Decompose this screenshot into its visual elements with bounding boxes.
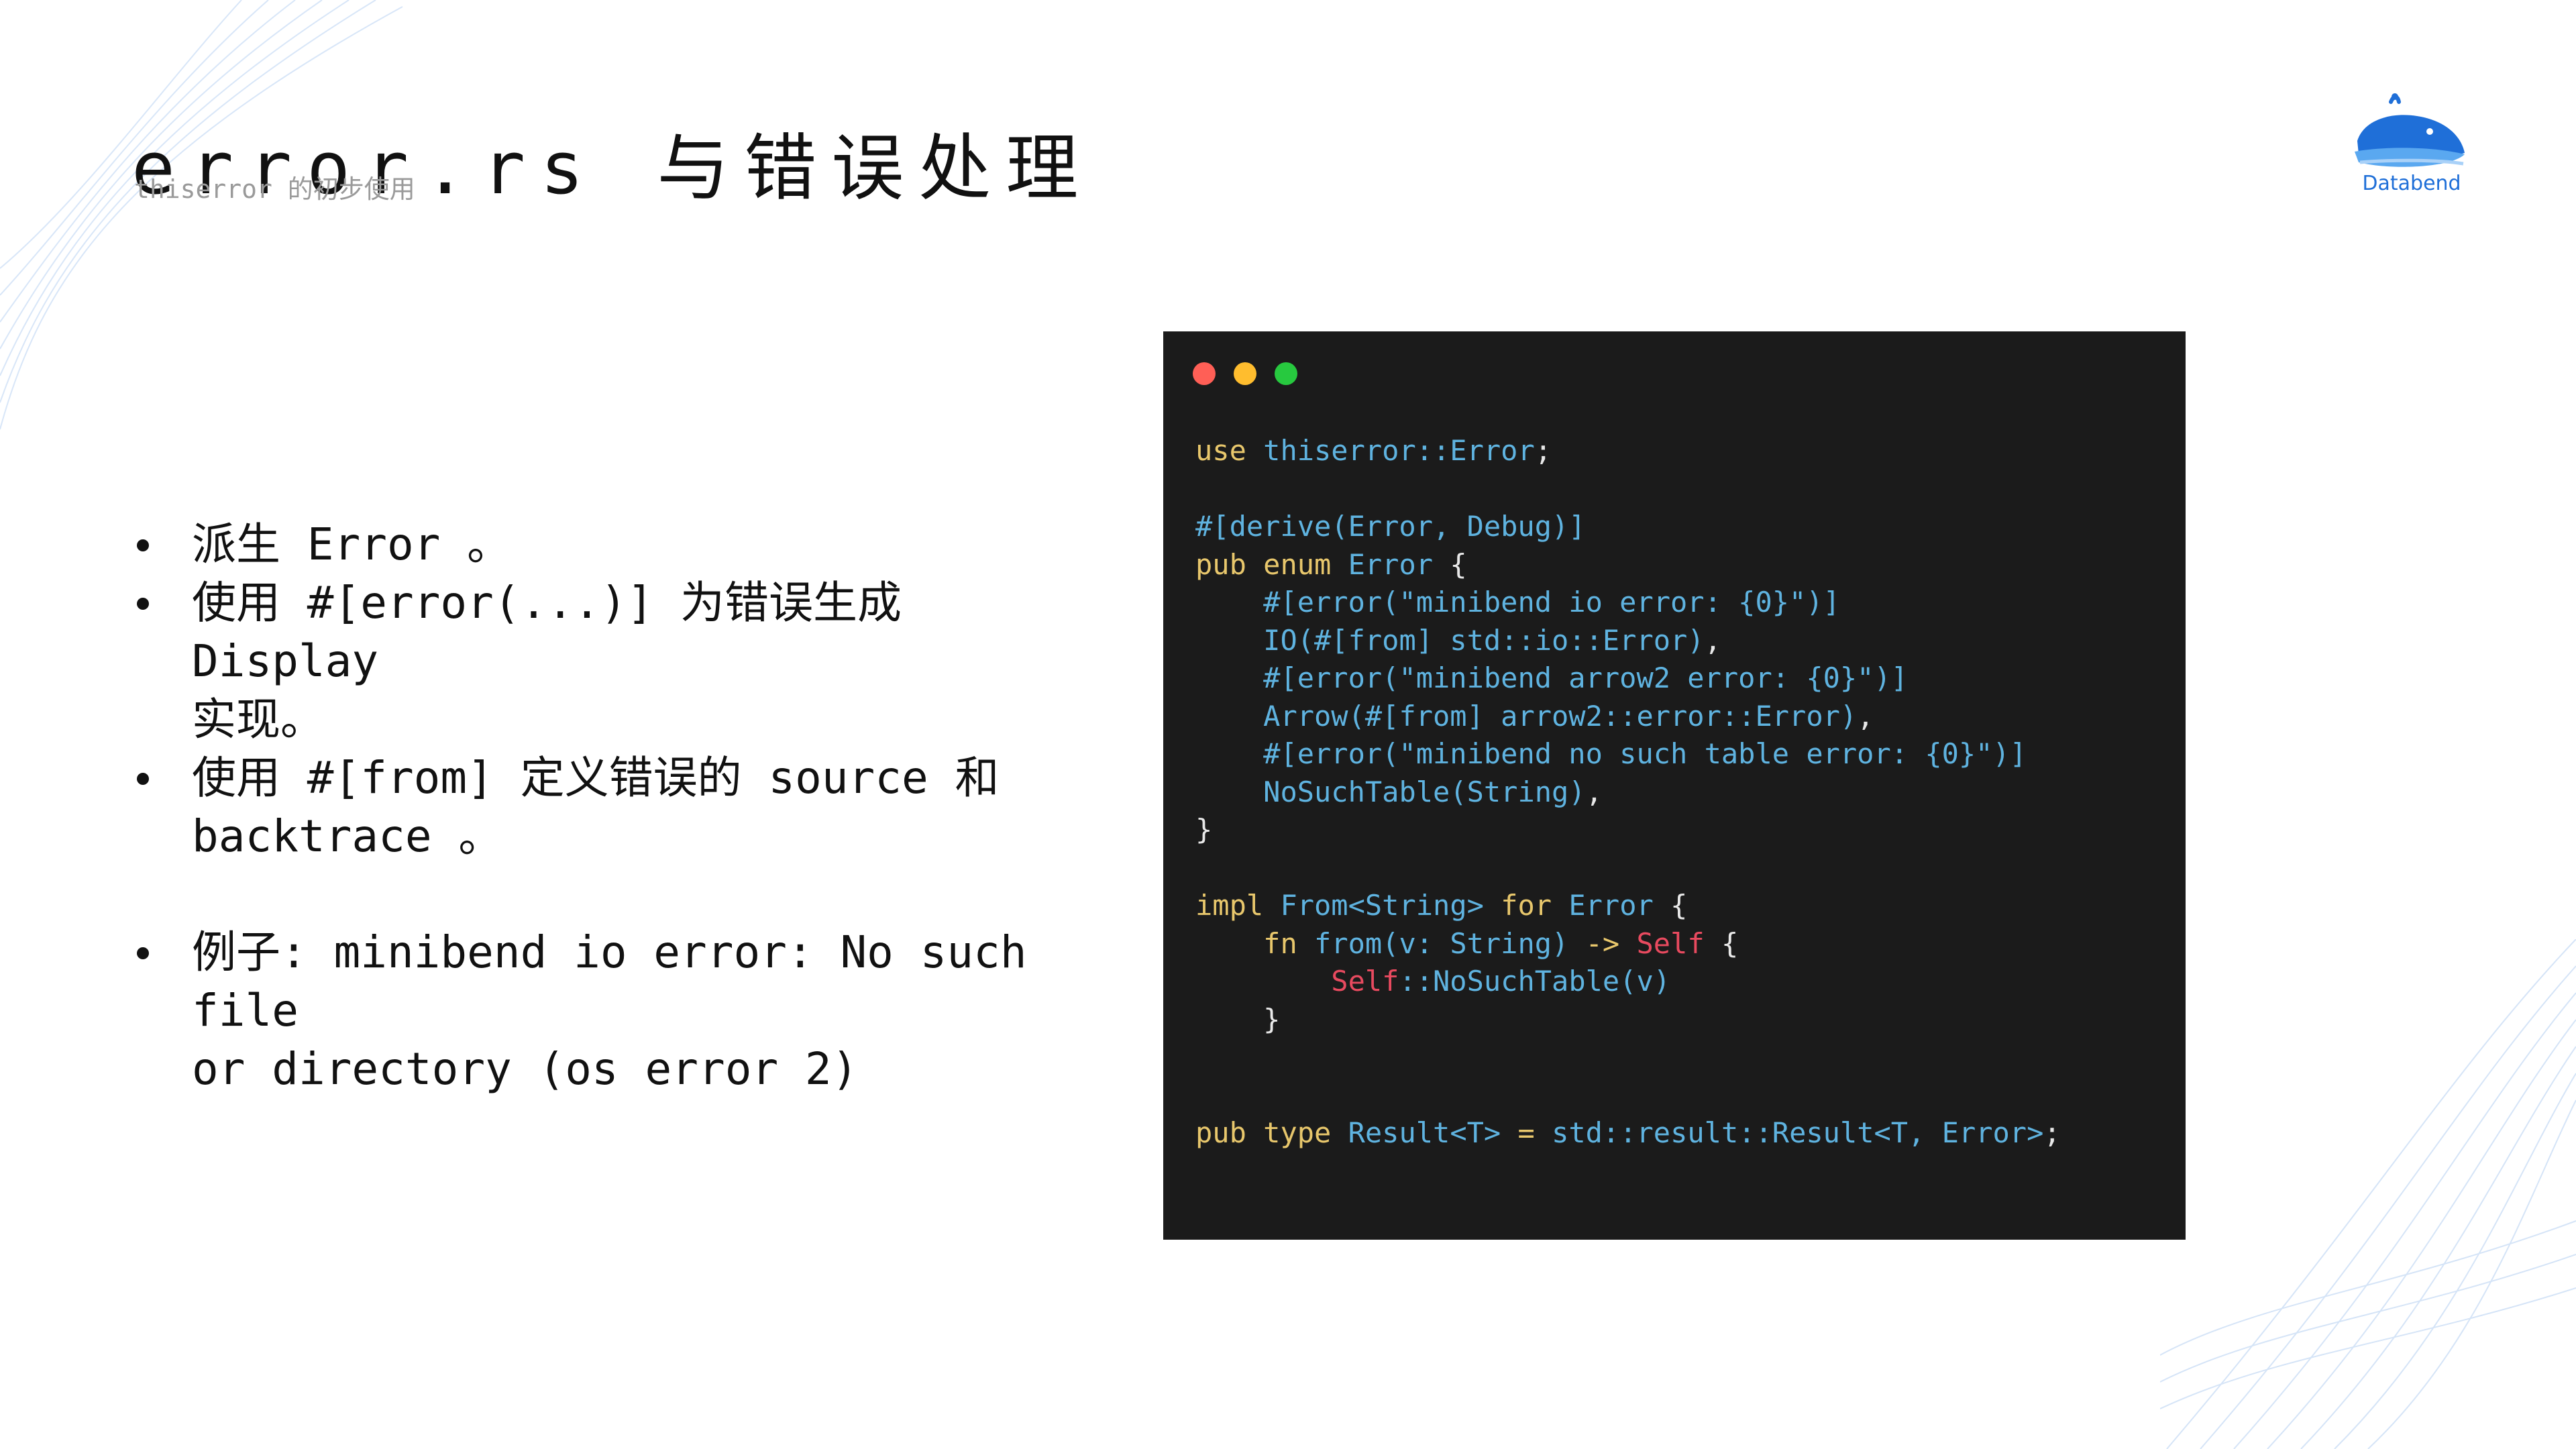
code-line: pub type Result<T> = std::result::Result… xyxy=(1195,1116,2061,1149)
code-line: pub enum Error { xyxy=(1195,547,1467,581)
maximize-dot-icon xyxy=(1275,362,1297,385)
bullet-text: 使用 #[from] 定义错误的 source 和 xyxy=(192,752,1000,804)
close-dot-icon xyxy=(1193,362,1216,385)
list-item: 例子: minibend io error: No such file or d… xyxy=(131,923,1097,1098)
code-line: fn from(v: String) -> Self { xyxy=(1263,926,1739,960)
code-line: Arrow(#[from] arrow2::error::Error), xyxy=(1263,699,1874,733)
bullet-text-continued: backtrace 。 xyxy=(192,810,503,862)
code-window: use thiserror::Error;#[derive(Error, Deb… xyxy=(1163,331,2186,1240)
bullet-text: 派生 Error 。 xyxy=(192,519,512,570)
bullet-text: 例子: minibend io error: No such file xyxy=(192,926,1027,1036)
code-line: #[error("minibend no such table error: {… xyxy=(1263,737,2027,770)
code-line: impl From<String> for Error { xyxy=(1195,889,1688,922)
minimize-dot-icon xyxy=(1234,362,1256,385)
bullet-text: 使用 #[error(...)] 为错误生成 Display xyxy=(192,577,902,687)
whale-logo-icon xyxy=(2355,93,2465,167)
databend-logo: Databend xyxy=(2341,93,2482,200)
list-item: 使用 #[error(...)] 为错误生成 Display 实现。 xyxy=(131,574,1097,749)
bullet-list: 派生 Error 。 使用 #[error(...)] 为错误生成 Displa… xyxy=(131,515,1097,1098)
list-item: 派生 Error 。 xyxy=(131,515,1097,574)
logo-text: Databend xyxy=(2362,172,2461,195)
code-line: #[error("minibend arrow2 error: {0}")] xyxy=(1263,661,1909,694)
bullet-dot xyxy=(137,539,149,551)
code-line: } xyxy=(1195,813,1213,846)
bullet-dot xyxy=(137,947,149,959)
list-item: 使用 #[from] 定义错误的 source 和 backtrace 。 xyxy=(131,749,1097,865)
code-line: } xyxy=(1263,1002,1281,1036)
code-line: NoSuchTable(String), xyxy=(1263,775,1603,808)
bullet-text-continued: 实现。 xyxy=(192,694,325,745)
code-line: use thiserror::Error; xyxy=(1195,434,1552,467)
code-line: #[derive(Error, Debug)] xyxy=(1195,510,1586,543)
bullet-dot xyxy=(137,773,149,785)
code-block: use thiserror::Error;#[derive(Error, Deb… xyxy=(1195,432,2061,1152)
slide-subtitle: thiserror 的初步使用 xyxy=(134,174,415,204)
wave-decoration-bottom-right xyxy=(2160,939,2576,1449)
code-line: IO(#[from] std::io::Error), xyxy=(1263,623,1721,657)
code-line: Self::NoSuchTable(v) xyxy=(1331,965,1671,998)
bullet-dot xyxy=(137,598,149,610)
code-line: #[error("minibend io error: {0}")] xyxy=(1263,586,1840,619)
bullet-text-continued: or directory (os error 2) xyxy=(192,1043,859,1095)
